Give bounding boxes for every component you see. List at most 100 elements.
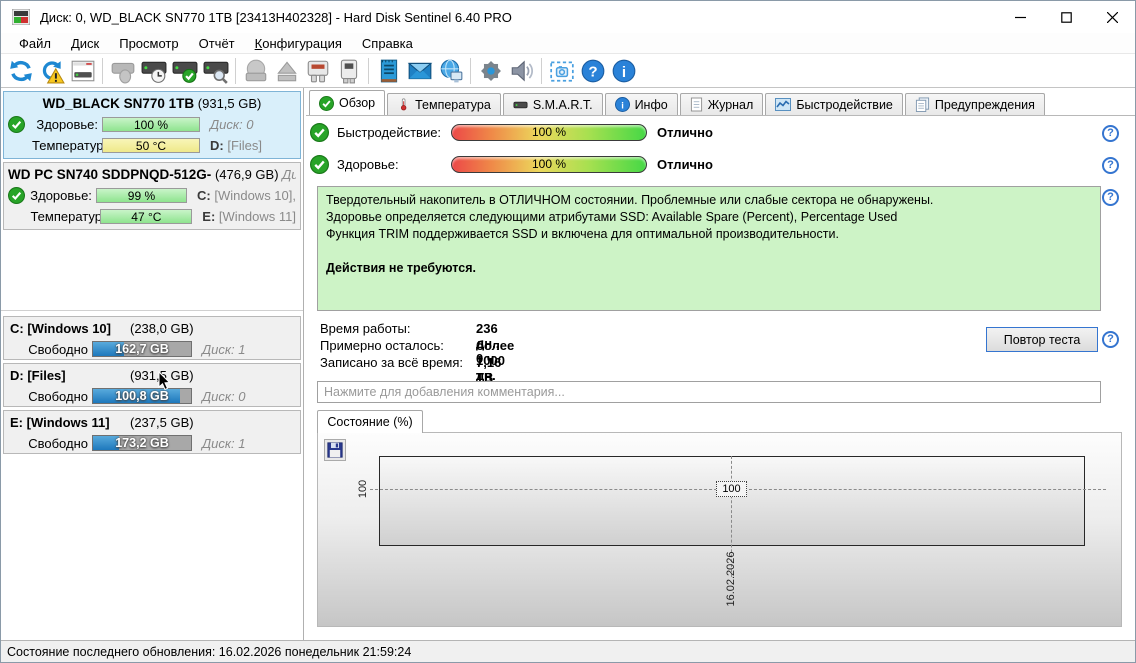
tab-performance[interactable]: Быстродействие xyxy=(765,93,903,115)
disk-number: Диск: 0 xyxy=(210,117,254,132)
disk-overview-icon xyxy=(71,60,94,81)
status-text: Состояние последнего обновления: 16.02.2… xyxy=(7,644,412,659)
health-ok-icon xyxy=(8,116,25,133)
disk-number: Диск: xyxy=(282,167,296,182)
screenshot-button[interactable] xyxy=(546,56,577,85)
mouse-cursor xyxy=(158,371,171,391)
performance-bar: 100 % xyxy=(451,123,647,141)
toolbar-separator xyxy=(102,57,103,84)
tab-divider xyxy=(306,115,1135,116)
health-help-icon[interactable]: ? xyxy=(1102,157,1119,174)
minimize-button[interactable] xyxy=(997,1,1043,33)
partition-size: (238,0 GB) xyxy=(130,321,194,336)
free-label: Свободно xyxy=(28,388,88,404)
partition-disk-number: Диск: 1 xyxy=(202,435,246,451)
chart-tab-state[interactable]: Состояние (%) xyxy=(317,410,423,433)
tab-label: Предупреждения xyxy=(934,97,1035,112)
comment-input[interactable] xyxy=(317,381,1101,403)
tab-temperature[interactable]: Температура xyxy=(387,93,501,115)
offline-disk-button[interactable] xyxy=(240,56,271,85)
partition-card-c[interactable]: C: [Windows 10] (238,0 GB) Свободно 162,… xyxy=(3,316,301,360)
eject-icon xyxy=(276,60,297,81)
tab-label: Температура xyxy=(415,97,491,112)
detect-disks-button[interactable] xyxy=(107,56,138,85)
disk-partitions: C: [Windows 10], xyxy=(197,188,296,203)
free-label: Свободно xyxy=(28,341,88,357)
retest-button[interactable]: Повтор теста xyxy=(986,327,1098,352)
save-chart-button[interactable] xyxy=(324,439,346,461)
maximize-button[interactable] xyxy=(1043,1,1089,33)
eject-disk-button[interactable] xyxy=(271,56,302,85)
tab-log[interactable]: Журнал xyxy=(679,93,764,115)
tab-warnings[interactable]: Предупреждения xyxy=(904,93,1045,115)
health-bar: 100 % xyxy=(451,155,647,173)
menu-help[interactable]: Справка xyxy=(352,34,423,53)
disk-name: WD PC SN740 SDDPNQD-512G- xyxy=(8,167,212,182)
ok-icon xyxy=(310,154,329,174)
tab-info[interactable]: i Инфо xyxy=(604,93,678,115)
description-line: Твердотельный накопитель в ОТЛИЧНОМ сост… xyxy=(326,193,934,207)
partition-name: D: [Files] xyxy=(10,368,66,383)
disk-name: WD_BLACK SN770 1TB xyxy=(42,96,195,111)
toolbar: ? i xyxy=(1,54,1135,88)
send-email-button[interactable] xyxy=(404,56,435,85)
help-button[interactable]: ? xyxy=(577,56,608,85)
performance-help-icon[interactable]: ? xyxy=(1102,125,1119,142)
menu-view[interactable]: Просмотр xyxy=(109,34,188,53)
description-help-icon[interactable]: ? xyxy=(1102,189,1119,206)
disk-card-wd-pc-sn740[interactable]: WD PC SN740 SDDPNQD-512G- (476,9 GB) Дис… xyxy=(3,162,301,230)
disk-connection-button[interactable] xyxy=(302,56,333,85)
sounds-button[interactable] xyxy=(506,56,537,85)
temperature-bar: 50 °C xyxy=(102,138,200,153)
tab-smart[interactable]: S.M.A.R.T. xyxy=(502,93,603,115)
about-button[interactable]: i xyxy=(608,56,639,85)
health-ok-icon xyxy=(8,187,25,204)
menu-file[interactable]: Файл xyxy=(9,34,61,53)
disk-clock-icon xyxy=(141,61,166,83)
partition-size: (237,5 GB) xyxy=(130,415,194,430)
window-title: Диск: 0, WD_BLACK SN770 1TB [23413H40232… xyxy=(40,9,512,25)
analyse-disk-button[interactable] xyxy=(200,56,231,85)
network-globe-icon xyxy=(440,59,462,82)
partition-disk-number: Диск: 0 xyxy=(202,388,246,404)
disk-overview-button[interactable] xyxy=(67,56,98,85)
tab-overview[interactable]: Обзор xyxy=(309,90,386,115)
partition-name: C: [Windows 10] xyxy=(10,321,111,336)
partition-card-e[interactable]: E: [Windows 11] (237,5 GB) Свободно 173,… xyxy=(3,410,301,454)
retest-help-icon[interactable]: ? xyxy=(1102,331,1119,348)
close-button[interactable] xyxy=(1089,1,1135,33)
network-button[interactable] xyxy=(435,56,466,85)
save-icon xyxy=(327,442,343,458)
partition-card-d[interactable]: D: [Files] (931,5 GB) Свободно 100,8 GB … xyxy=(3,363,301,407)
minimize-icon xyxy=(1014,16,1026,18)
health-label: Здоровье: xyxy=(30,188,92,203)
title-bar: Диск: 0, WD_BLACK SN770 1TB [23413H40232… xyxy=(1,1,1135,33)
svg-text:i: i xyxy=(621,100,624,110)
health-label: Здоровье: xyxy=(337,156,399,172)
speaker-icon xyxy=(511,60,533,81)
free-label: Свободно xyxy=(28,435,88,451)
free-value: 162,7 GB xyxy=(115,342,169,356)
health-bar: 99 % xyxy=(95,188,187,203)
refresh-test-button[interactable] xyxy=(36,56,67,85)
disk-tests-button[interactable] xyxy=(138,56,169,85)
disk-power-button[interactable] xyxy=(333,56,364,85)
help-icon: ? xyxy=(581,59,604,82)
refresh-icon xyxy=(9,60,32,81)
refresh-button[interactable] xyxy=(5,56,36,85)
refresh-warning-icon xyxy=(42,60,65,83)
status-bar: Состояние последнего обновления: 16.02.2… xyxy=(1,640,1135,662)
report-button[interactable] xyxy=(373,56,404,85)
accept-disk-button[interactable] xyxy=(169,56,200,85)
disk-card-wd-black-sn770[interactable]: WD_BLACK SN770 1TB (931,5 GB) Здоровье: … xyxy=(3,91,301,159)
tab-label: Обзор xyxy=(339,96,376,110)
settings-button[interactable] xyxy=(475,56,506,85)
performance-row: Быстродействие: 100 % Отлично xyxy=(310,122,713,142)
email-icon xyxy=(407,62,432,79)
menu-configuration[interactable]: Конфигурация xyxy=(245,34,352,53)
disk-title: WD PC SN740 SDDPNQD-512G- (476,9 GB) Дис… xyxy=(8,164,296,185)
menu-disk[interactable]: Диск xyxy=(61,34,109,53)
health-history-chart: 100 100 16.02.2026 xyxy=(317,432,1122,627)
stat-label: Примерно осталось: xyxy=(320,338,444,353)
menu-report[interactable]: Отчёт xyxy=(189,34,245,53)
